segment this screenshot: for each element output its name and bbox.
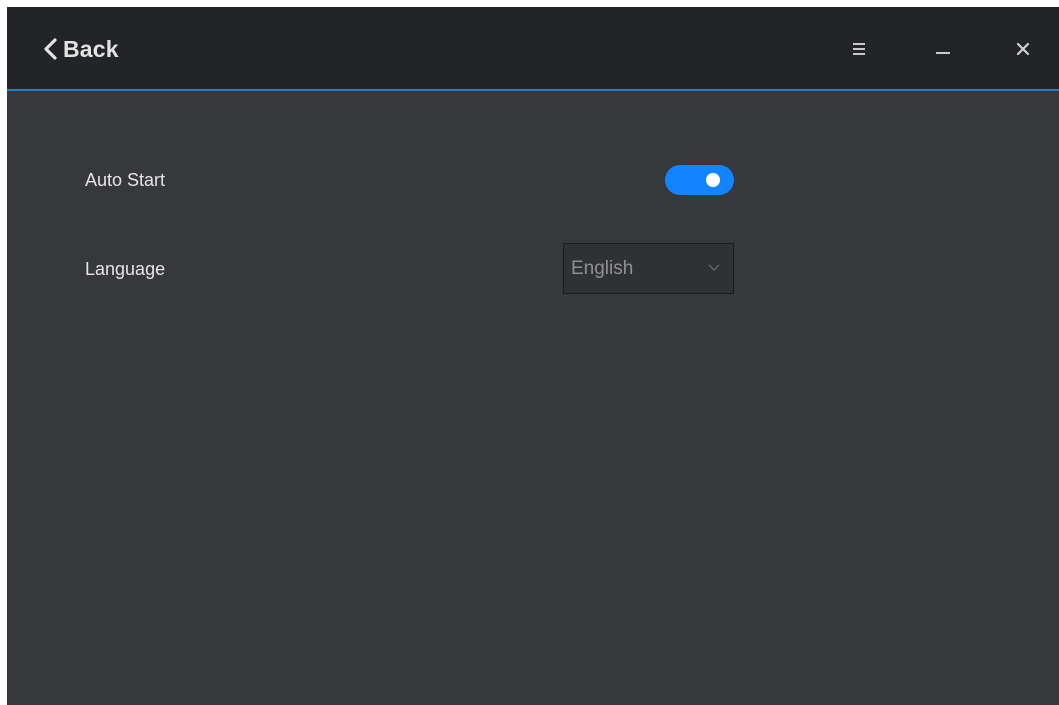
- back-button[interactable]: Back: [41, 34, 119, 64]
- close-button[interactable]: [1009, 35, 1037, 63]
- toggle-knob: [706, 173, 720, 187]
- language-label: Language: [85, 259, 166, 279]
- close-icon: [1016, 42, 1030, 56]
- minimize-button[interactable]: [929, 35, 957, 63]
- back-label: Back: [63, 35, 119, 62]
- chevron-left-icon: [44, 38, 57, 60]
- auto-start-label: Auto Start: [85, 170, 166, 190]
- language-select[interactable]: English: [563, 243, 734, 294]
- language-selected-value: English: [571, 258, 634, 279]
- hamburger-menu-icon: [853, 43, 865, 55]
- title-bar: Back: [7, 7, 1059, 91]
- menu-button[interactable]: [845, 35, 873, 63]
- auto-start-toggle[interactable]: [665, 165, 734, 195]
- minimize-icon: [936, 52, 950, 54]
- chevron-down-icon: [708, 264, 720, 271]
- settings-window: Back Auto Start Language English: [7, 7, 1059, 705]
